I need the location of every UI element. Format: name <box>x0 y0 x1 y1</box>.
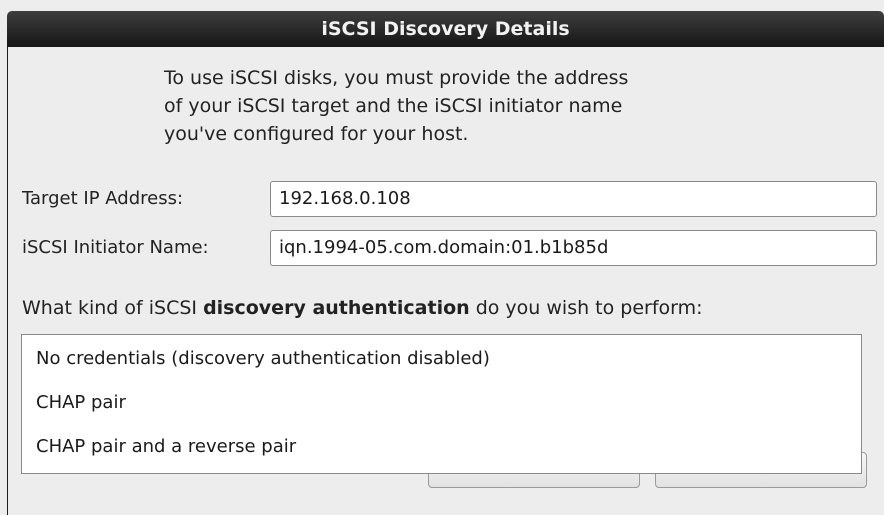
dialog-title: iSCSI Discovery Details <box>7 11 884 47</box>
auth-question-prefix: What kind of iSCSI <box>22 297 204 319</box>
intro-line-3: you've configured for your host. <box>164 123 469 145</box>
auth-question-suffix: do you wish to perform: <box>469 297 703 319</box>
auth-option-chap-pair[interactable]: CHAP pair <box>22 381 861 425</box>
initiator-name-input[interactable]: iqn.1994-05.com.domain:01.b1b85d <box>270 230 877 266</box>
auth-type-dropdown-list[interactable]: No credentials (discovery authentication… <box>21 334 862 474</box>
auth-question-bold: discovery authentication <box>203 297 470 319</box>
intro-line-2: of your iSCSI target and the iSCSI initi… <box>164 95 623 117</box>
initiator-name-label: iSCSI Initiator Name: <box>22 237 209 258</box>
intro-line-1: To use iSCSI disks, you must provide the… <box>164 67 629 89</box>
intro-text: To use iSCSI disks, you must provide the… <box>164 64 804 148</box>
auth-option-no-credentials[interactable]: No credentials (discovery authentication… <box>22 337 861 381</box>
auth-question: What kind of iSCSI discovery authenticat… <box>22 297 703 319</box>
target-ip-input[interactable]: 192.168.0.108 <box>270 181 877 217</box>
auth-option-chap-reverse-pair[interactable]: CHAP pair and a reverse pair <box>22 425 861 469</box>
iscsi-discovery-dialog: iSCSI Discovery Details To use iSCSI dis… <box>0 0 884 515</box>
target-ip-label: Target IP Address: <box>22 188 184 209</box>
